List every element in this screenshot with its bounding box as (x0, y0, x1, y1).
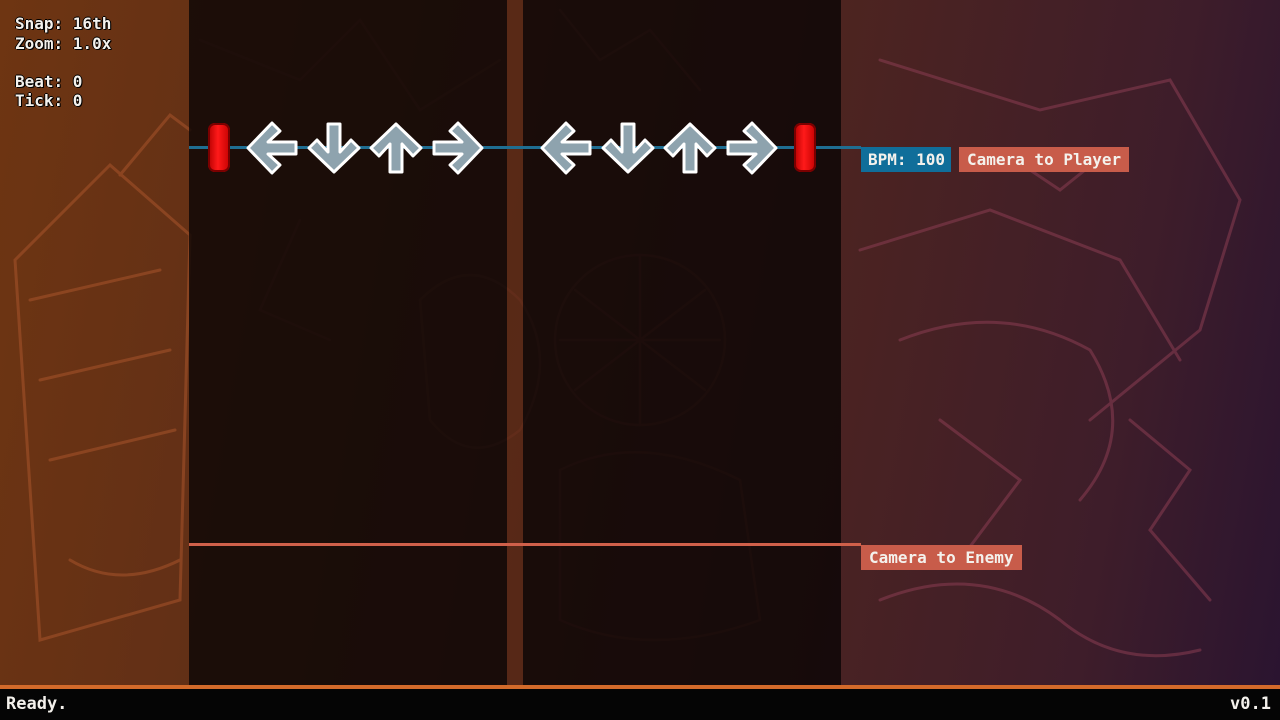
statusbar: Ready. v0.1 (0, 689, 1280, 720)
player-lane[interactable] (523, 0, 841, 685)
beat-readout: Beat: 0 (15, 72, 83, 91)
left-arrow-icon[interactable] (244, 120, 300, 176)
camera-enemy-event-line (189, 543, 861, 546)
right-arrow-icon[interactable] (724, 120, 780, 176)
bpm-event-label[interactable]: BPM: 100 (861, 147, 952, 172)
left-arrow-icon[interactable] (538, 120, 594, 176)
right-strum-marker[interactable] (794, 123, 816, 172)
down-arrow-icon[interactable] (306, 120, 362, 176)
up-arrow-icon[interactable] (662, 120, 718, 176)
up-arrow-icon[interactable] (368, 120, 424, 176)
version-text: v0.1 (1230, 694, 1271, 714)
lane-divider (507, 0, 523, 685)
down-arrow-icon[interactable] (600, 120, 656, 176)
camera-player-event-label[interactable]: Camera to Player (959, 147, 1130, 172)
left-strum-marker[interactable] (208, 123, 230, 172)
right-arrow-icon[interactable] (430, 120, 486, 176)
status-text: Ready. (6, 694, 68, 714)
zoom-readout: Zoom: 1.0x (15, 34, 112, 53)
opponent-lane[interactable] (189, 0, 507, 685)
snap-readout: Snap: 16th (15, 14, 112, 33)
camera-enemy-event-label[interactable]: Camera to Enemy (861, 545, 1022, 570)
chart-editor[interactable]: Snap: 16th Zoom: 1.0x Beat: 0 Tick: 0 BP… (0, 0, 1280, 720)
tick-readout: Tick: 0 (15, 91, 83, 110)
